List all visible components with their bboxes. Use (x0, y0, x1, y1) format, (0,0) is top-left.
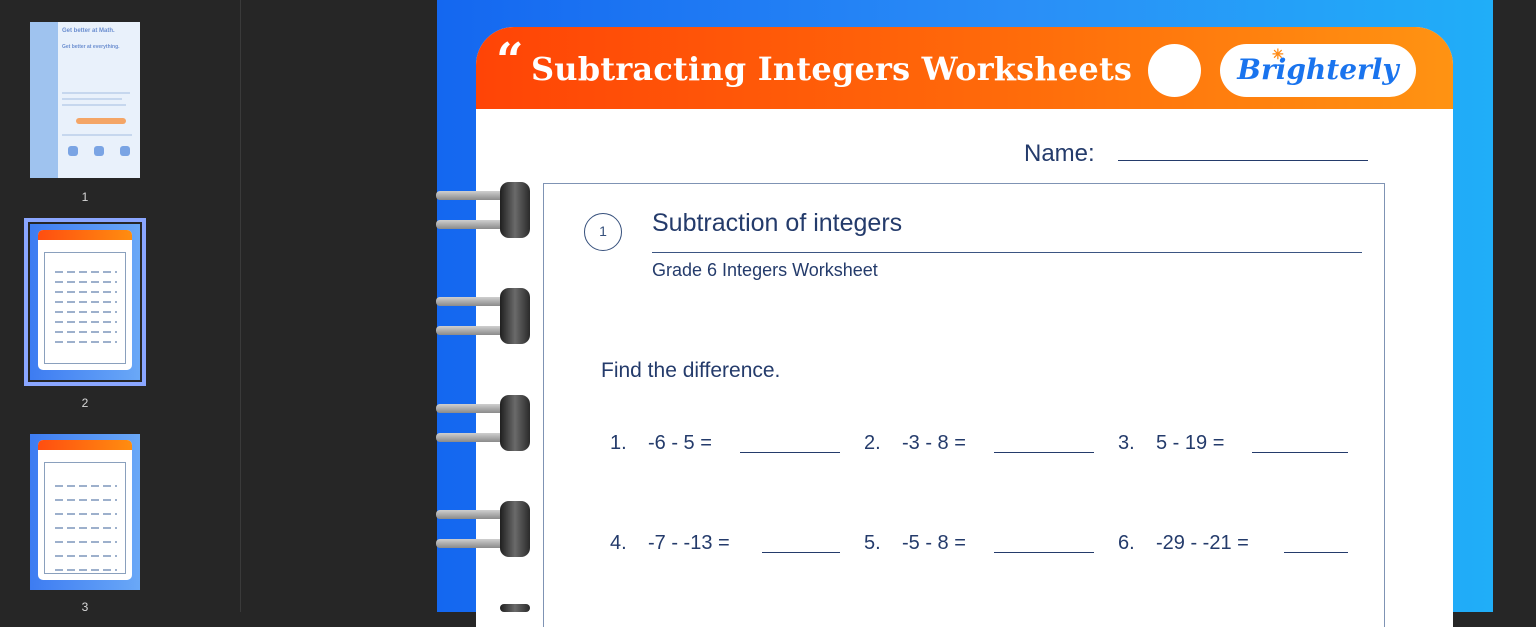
thumbnail-row (55, 291, 117, 293)
thumbnail-row (55, 271, 117, 273)
page-number-label: 2 (81, 396, 89, 410)
ring-clip (500, 604, 530, 612)
thumbnail-text-line (62, 104, 126, 106)
thumbnail-row (55, 281, 117, 283)
thumbnail-worksheet-card (38, 230, 132, 370)
thumbnail-row (55, 499, 117, 501)
viewer-background (1493, 0, 1536, 612)
thumbnail-row (55, 541, 117, 543)
binding-ring (436, 604, 530, 612)
ring-clip (500, 182, 530, 238)
name-field-line (1118, 160, 1368, 161)
question-expression: -5 - 8 = (902, 532, 966, 554)
binding-ring (436, 182, 530, 238)
thumbnail-question-box (44, 462, 126, 574)
brand-logo-text: Brighterly (1237, 53, 1399, 86)
answer-blank (762, 552, 840, 553)
section-subtitle: Grade 6 Integers Worksheet (652, 260, 878, 280)
question-number: 3. (1118, 432, 1135, 454)
thumbnail-row (55, 555, 117, 557)
thumbnail-side-strip (30, 22, 58, 178)
worksheet-card: “ Subtracting Integers Worksheets ✳ Brig… (476, 27, 1453, 627)
question-expression: -7 - -13 = (648, 532, 730, 554)
page-thumbnail-3[interactable] (30, 434, 140, 590)
instruction-text: Find the difference. (601, 359, 781, 382)
thumbnail-icon (68, 146, 78, 156)
thumbnail-row (55, 569, 117, 571)
binding-ring (436, 395, 530, 451)
worksheet-title: Subtracting Integers Worksheets (531, 50, 1133, 88)
thumbnail-banner (38, 440, 132, 450)
question-box: 1 Subtraction of integers Grade 6 Intege… (543, 183, 1385, 627)
answer-blank (1284, 552, 1348, 553)
page-number-label: 1 (81, 190, 89, 204)
section-divider (652, 252, 1362, 253)
thumbnail-row (55, 513, 117, 515)
section-number: 1 (584, 213, 622, 251)
answer-blank (994, 452, 1094, 453)
thumbnail-row (55, 527, 117, 529)
thumbnail-banner (38, 230, 132, 240)
question-number: 6. (1118, 532, 1135, 554)
ring-clip (500, 395, 530, 451)
decorative-circle (1148, 44, 1201, 97)
page-thumbnail-1[interactable]: Get better at Math. Get better at everyt… (30, 22, 140, 178)
question-expression: -3 - 8 = (902, 432, 966, 454)
question-number: 4. (610, 532, 627, 554)
thumbnail-heading: Get better at Math. (62, 28, 115, 34)
quote-mark: “ (496, 33, 524, 89)
name-label: Name: (1024, 140, 1095, 167)
ring-clip (500, 501, 530, 557)
thumbnail-text-line (62, 92, 130, 94)
answer-blank (1252, 452, 1348, 453)
thumbnail-row (55, 301, 117, 303)
thumbnail-row (55, 311, 117, 313)
question-number: 2. (864, 432, 881, 454)
thumbnail-icon (94, 146, 104, 156)
page-thumbnail-sidebar: Get better at Math. Get better at everyt… (0, 0, 241, 614)
question-expression: -29 - -21 = (1156, 532, 1249, 554)
answer-blank (994, 552, 1094, 553)
thumbnail-row (55, 321, 117, 323)
thumbnail-question-box (44, 252, 126, 364)
ring-clip (500, 288, 530, 344)
thumbnail-icon (120, 146, 130, 156)
thumbnail-row (55, 485, 117, 487)
thumbnail-text-line (62, 98, 122, 100)
binding-ring (436, 288, 530, 344)
binding-ring (436, 501, 530, 557)
thumbnail-row (55, 331, 117, 333)
question-number: 1. (610, 432, 627, 454)
worksheet-banner: “ Subtracting Integers Worksheets ✳ Brig… (476, 27, 1453, 109)
page-thumbnail-2[interactable] (24, 218, 146, 386)
thumbnail-button (76, 118, 126, 124)
answer-blank (740, 452, 840, 453)
section-title: Subtraction of integers (652, 209, 903, 237)
thumbnail-row (55, 341, 117, 343)
thumbnail-subheading: Get better at everything. (62, 44, 120, 50)
question-number: 5. (864, 532, 881, 554)
brand-logo: ✳ Brighterly (1220, 44, 1416, 97)
thumbnail-text-line (62, 134, 132, 136)
thumbnail-worksheet-card (38, 440, 132, 580)
question-expression: 5 - 19 = (1156, 432, 1225, 454)
question-expression: -6 - 5 = (648, 432, 712, 454)
